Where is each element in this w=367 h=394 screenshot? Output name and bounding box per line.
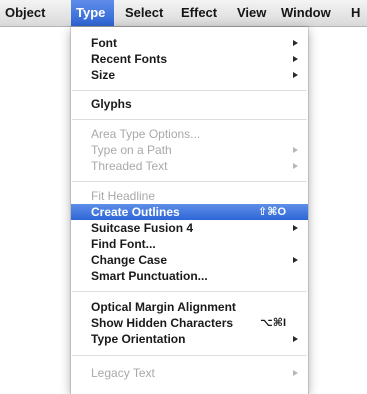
menu-separator xyxy=(72,355,307,356)
menu-item-show-hidden-characters[interactable]: Show Hidden Characters ⌥⌘I xyxy=(71,315,308,331)
menu-item-create-outlines[interactable]: Create Outlines ⇧⌘O xyxy=(71,204,308,220)
submenu-arrow-icon xyxy=(293,147,298,153)
keyboard-shortcut: ⌥⌘I xyxy=(260,317,286,329)
menu-item-label: Threaded Text xyxy=(91,159,168,173)
menu-item-label: Recent Fonts xyxy=(91,52,168,66)
menu-item-label: Type Orientation xyxy=(91,332,186,346)
menubar-item-type[interactable]: Type xyxy=(71,0,114,26)
menu-item-label: Size xyxy=(91,68,116,82)
submenu-arrow-icon xyxy=(293,163,298,169)
submenu-arrow-icon xyxy=(293,257,298,263)
menu-item-label: Optical Margin Alignment xyxy=(91,300,236,314)
menubar-item-effect[interactable]: Effect xyxy=(176,0,222,26)
menu-item-recent-fonts[interactable]: Recent Fonts xyxy=(71,51,308,67)
menu-item-type-on-a-path: Type on a Path xyxy=(71,142,308,158)
menubar-item-view[interactable]: View xyxy=(232,0,271,26)
menu-item-find-font[interactable]: Find Font... xyxy=(71,236,308,252)
menu-item-label: Change Case xyxy=(91,253,168,267)
menu-item-label: Find Font... xyxy=(91,237,156,251)
menu-item-label: Smart Punctuation... xyxy=(91,269,208,283)
submenu-arrow-icon xyxy=(293,40,298,46)
menu-item-size[interactable]: Size xyxy=(71,67,308,83)
menu-item-label: Area Type Options... xyxy=(91,127,201,141)
menubar-item-object[interactable]: Object xyxy=(0,0,50,26)
menubar-item-window[interactable]: Window xyxy=(276,0,336,26)
menu-item-label: Suitcase Fusion 4 xyxy=(91,221,194,235)
menu-separator xyxy=(72,119,307,120)
menu-item-label: Fit Headline xyxy=(91,189,156,203)
menu-item-change-case[interactable]: Change Case xyxy=(71,252,308,268)
menubar-item-select[interactable]: Select xyxy=(120,0,168,26)
submenu-arrow-icon xyxy=(293,336,298,342)
menu-item-fit-headline: Fit Headline xyxy=(71,188,308,204)
menu-separator xyxy=(72,291,307,292)
menu-item-label: Type on a Path xyxy=(91,143,172,157)
menu-separator xyxy=(72,90,307,91)
menu-item-suitcase-fusion[interactable]: Suitcase Fusion 4 xyxy=(71,220,308,236)
menu-item-type-orientation[interactable]: Type Orientation xyxy=(71,331,308,347)
menu-item-threaded-text: Threaded Text xyxy=(71,158,308,174)
menu-item-label: Font xyxy=(91,36,117,50)
menu-item-area-type-options: Area Type Options... xyxy=(71,126,308,142)
menu-item-label: Create Outlines xyxy=(91,205,180,219)
keyboard-shortcut: ⇧⌘O xyxy=(258,206,286,218)
menu-item-legacy-text: Legacy Text xyxy=(71,365,308,381)
menu-bar: Object Type Select Effect View Window H xyxy=(0,0,367,27)
menu-item-optical-margin-alignment[interactable]: Optical Margin Alignment xyxy=(71,299,308,315)
type-menu-dropdown: Font Recent Fonts Size Glyphs Area Type … xyxy=(71,27,308,394)
menu-item-label: Show Hidden Characters xyxy=(91,316,234,330)
submenu-arrow-icon xyxy=(293,56,298,62)
submenu-arrow-icon xyxy=(293,72,298,78)
menu-item-label: Glyphs xyxy=(91,97,132,111)
menu-item-glyphs[interactable]: Glyphs xyxy=(71,96,308,112)
menu-item-font[interactable]: Font xyxy=(71,35,308,51)
submenu-arrow-icon xyxy=(293,225,298,231)
menubar-item-help[interactable]: H xyxy=(346,0,365,26)
menu-item-label: Legacy Text xyxy=(91,366,155,380)
menu-separator xyxy=(72,181,307,182)
submenu-arrow-icon xyxy=(293,370,298,376)
menu-item-smart-punctuation[interactable]: Smart Punctuation... xyxy=(71,268,308,284)
